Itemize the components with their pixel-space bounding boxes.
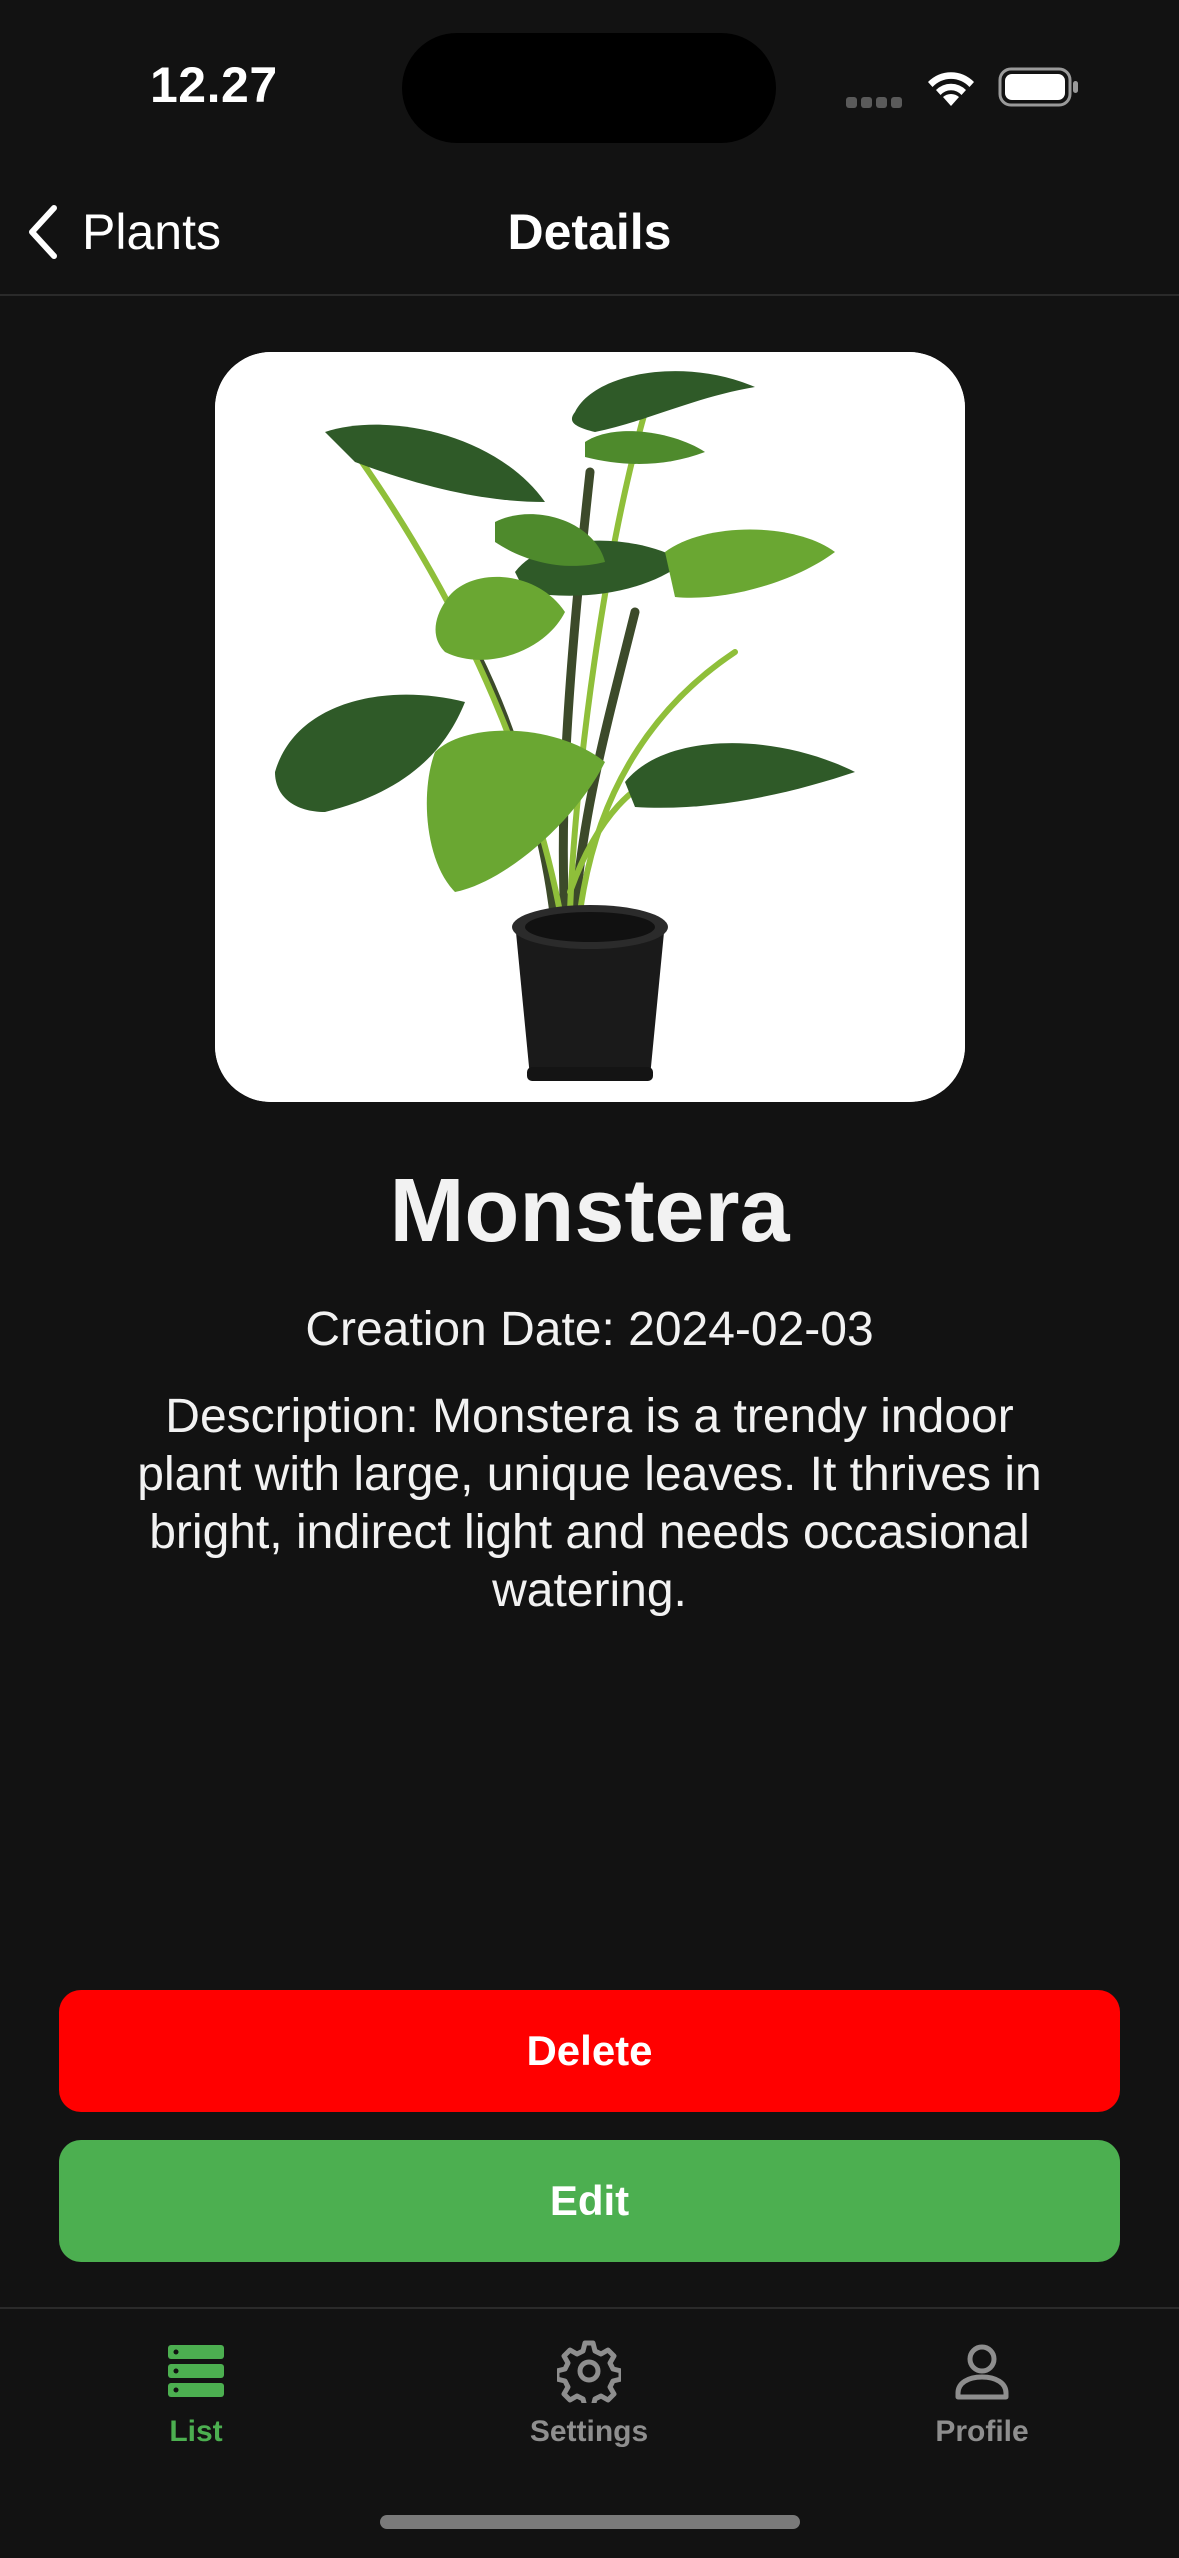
battery-icon (998, 66, 1080, 108)
back-button[interactable]: Plants (22, 192, 221, 272)
tab-list[interactable]: List (46, 2339, 346, 2479)
plant-image (215, 352, 965, 1102)
dynamic-island (402, 33, 776, 143)
home-indicator[interactable] (380, 2515, 800, 2529)
plant-name: Monstera (389, 1161, 790, 1261)
gear-icon (557, 2340, 621, 2403)
tab-profile[interactable]: Profile (832, 2339, 1132, 2479)
plant-description: Description: Monstera is a trendy indoor… (137, 1390, 1042, 1617)
tab-settings-label: Settings (529, 2415, 649, 2448)
status-time: 12.27 (150, 57, 278, 113)
navigation-bar: Plants Details (0, 170, 1179, 296)
tab-settings[interactable]: Settings (439, 2339, 739, 2479)
creation-date: Creation Date: 2024-02-03 (305, 1303, 874, 1356)
wifi-icon (924, 66, 978, 110)
back-label: Plants (82, 204, 221, 260)
tab-list-label: List (169, 2415, 223, 2448)
cellular-signal-icon (846, 95, 906, 108)
tab-profile-label: Profile (935, 2415, 1029, 2448)
chevron-left-icon (29, 205, 57, 259)
list-icon (168, 2345, 224, 2397)
delete-button[interactable]: Delete (59, 1990, 1120, 2112)
status-bar: 12.27 (0, 0, 1179, 170)
person-icon (955, 2344, 1009, 2400)
edit-button[interactable]: Edit (59, 2140, 1120, 2262)
